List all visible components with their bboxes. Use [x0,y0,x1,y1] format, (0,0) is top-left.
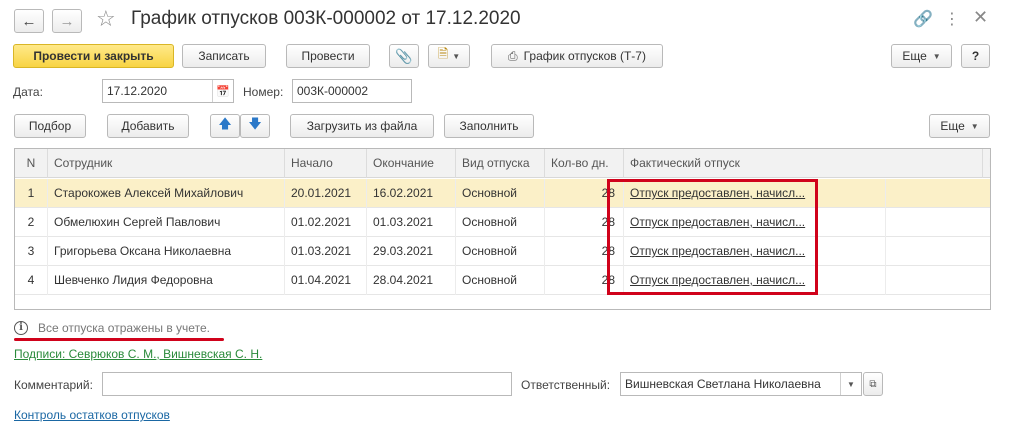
responsible-open-button[interactable]: ⧉ [863,372,883,396]
more-label: Еще [902,49,927,63]
col-header-actual[interactable]: Фактический отпуск [624,149,983,178]
cell-employee: Обмелюхин Сергей Павлович [48,208,285,237]
arrow-right-icon: → [59,12,75,30]
attach-button[interactable]: 📎 [389,44,419,68]
number-field[interactable]: 003К-000002 [292,79,412,103]
number-label: Номер: [243,85,284,99]
number-value: 003К-000002 [297,84,369,98]
chevron-down-icon: ▼ [932,51,941,61]
table-row[interactable]: 4 Шевченко Лидия Федоровна 01.04.2021 28… [15,266,990,295]
col-header-end[interactable]: Окончание [367,149,456,178]
cell-type: Основной [456,266,545,295]
arrow-down-icon: 🡇 [248,116,262,131]
forward-button[interactable]: → [52,9,82,33]
col-header-employee[interactable]: Сотрудник [48,149,285,178]
table-header: N Сотрудник Начало Окончание Вид отпуска… [15,149,990,178]
calendar-icon[interactable]: 📅 [212,80,233,102]
table-more-label: Еще [940,119,965,133]
document-icon: 🗎 [437,46,449,61]
cell-start: 01.02.2021 [285,208,367,237]
col-header-start[interactable]: Начало [285,149,367,178]
add-button[interactable]: Добавить [107,114,189,138]
print-t7-button[interactable]: ⎙ График отпусков (Т-7) [491,44,663,68]
responsible-label: Ответственный: [521,378,611,392]
open-window-icon: ⧉ [869,378,877,390]
post-and-close-button[interactable]: Провести и закрыть [13,44,174,68]
load-from-file-button[interactable]: Загрузить из файла [290,114,434,138]
favorite-star-icon[interactable]: ☆ [96,6,116,32]
more-button[interactable]: Еще ▼ [891,44,952,68]
col-header-n[interactable]: N [15,149,48,178]
table-row[interactable]: 1 Старокожев Алексей Михайлович 20.01.20… [15,179,990,208]
more-vertical-icon[interactable]: ⋮ [944,9,960,29]
chevron-down-icon: ▼ [452,51,461,61]
window-title: График отпусков 003К-000002 от 17.12.202… [131,8,521,29]
move-down-button[interactable]: 🡇 [240,114,270,138]
cell-n: 2 [15,208,48,237]
chevron-down-icon: ▼ [847,379,855,389]
info-icon: i [14,321,28,335]
fill-button[interactable]: Заполнить [444,114,534,138]
cell-type: Основной [456,179,545,208]
pick-button[interactable]: Подбор [14,114,86,138]
cell-end: 16.02.2021 [367,179,456,208]
back-button[interactable]: ← [14,9,44,33]
print-t7-label: График отпусков (Т-7) [523,49,646,63]
cell-n: 4 [15,266,48,295]
date-label: Дата: [13,85,43,99]
comment-label: Комментарий: [14,378,93,392]
status-info-text: Все отпуска отражены в учете. [38,321,210,335]
printer-icon: ⎙ [508,48,518,63]
paperclip-icon: 📎 [395,47,413,64]
cell-end: 28.04.2021 [367,266,456,295]
cell-employee: Шевченко Лидия Федоровна [48,266,285,295]
vacation-balance-link[interactable]: Контроль остатков отпусков [14,408,170,422]
col-header-days[interactable]: Кол-во дн. [545,149,624,178]
cell-employee: Старокожев Алексей Михайлович [48,179,285,208]
cell-n: 3 [15,237,48,266]
comment-field[interactable] [102,372,512,396]
cell-start: 01.03.2021 [285,237,367,266]
signatures-link[interactable]: Подписи: Севрюков С. М., Вишневская С. Н… [14,347,262,361]
table-more-button[interactable]: Еще ▼ [929,114,990,138]
close-icon[interactable]: ✕ [973,7,988,28]
chevron-down-icon: ▼ [970,121,979,131]
responsible-field[interactable]: Вишневская Светлана Николаевна [620,372,862,396]
link-icon[interactable]: 🔗 [913,9,933,29]
cell-type: Основной [456,237,545,266]
table-row[interactable]: 2 Обмелюхин Сергей Павлович 01.02.2021 0… [15,208,990,237]
create-based-on-button[interactable]: 🗎 ▼ [428,44,470,68]
date-value: 17.12.2020 [107,84,168,98]
cell-n: 1 [15,179,48,208]
cell-employee: Григорьева Оксана Николаевна [48,237,285,266]
save-button[interactable]: Записать [182,44,266,68]
col-header-type[interactable]: Вид отпуска [456,149,545,178]
cell-type: Основной [456,208,545,237]
post-button[interactable]: Провести [286,44,370,68]
vacation-table[interactable]: N Сотрудник Начало Окончание Вид отпуска… [14,148,991,310]
help-button[interactable]: ? [961,44,990,68]
cell-start: 01.04.2021 [285,266,367,295]
status-underline [14,338,224,341]
cell-end: 29.03.2021 [367,237,456,266]
cell-start: 20.01.2021 [285,179,367,208]
cell-end: 01.03.2021 [367,208,456,237]
arrow-up-icon: 🡅 [218,116,232,131]
responsible-dropdown-button[interactable]: ▼ [840,373,861,395]
arrow-left-icon: ← [21,12,37,30]
table-row[interactable]: 3 Григорьева Оксана Николаевна 01.03.202… [15,237,990,266]
highlight-frame [607,179,818,295]
move-up-button[interactable]: 🡅 [210,114,240,138]
responsible-value: Вишневская Светлана Николаевна [625,377,821,391]
col-header-extra[interactable]: Г [983,149,990,178]
